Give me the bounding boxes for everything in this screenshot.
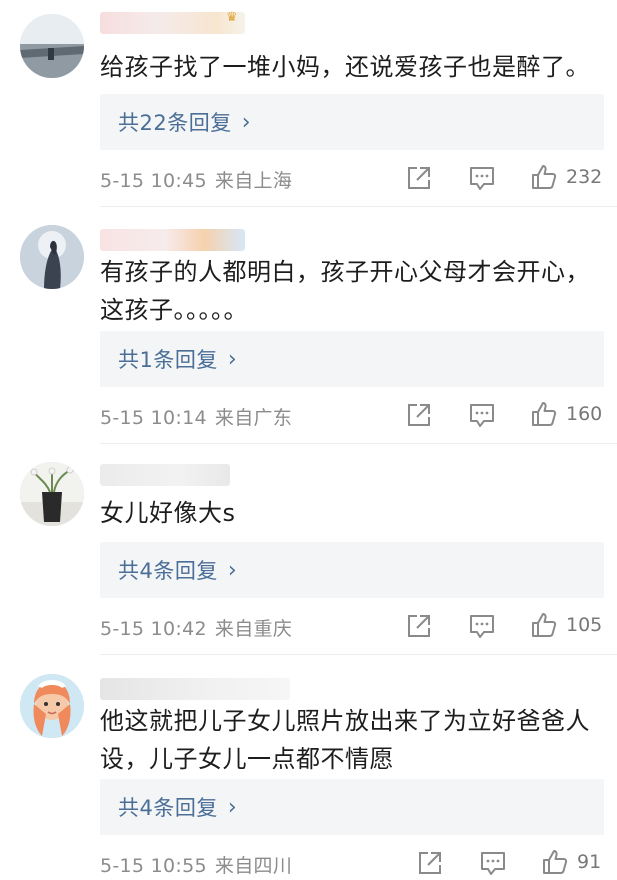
share-button[interactable] bbox=[406, 163, 432, 193]
thumbs-up-icon bbox=[532, 165, 557, 189]
reply-count-label: 共22条回复 bbox=[118, 111, 232, 135]
divider bbox=[100, 654, 617, 655]
crown-icon: ♛ bbox=[226, 10, 238, 25]
location: 来自上海 bbox=[214, 170, 293, 192]
username-blurred[interactable] bbox=[100, 12, 245, 34]
like-button[interactable]: 105 bbox=[530, 610, 602, 640]
comment-button[interactable] bbox=[469, 163, 495, 193]
divider bbox=[100, 443, 617, 444]
like-count: 160 bbox=[566, 403, 603, 425]
like-button[interactable]: 91 bbox=[541, 847, 601, 877]
comment-icon bbox=[470, 615, 494, 638]
thumbs-up-icon bbox=[543, 850, 568, 874]
share-button[interactable] bbox=[417, 848, 443, 878]
like-count: 105 bbox=[566, 614, 603, 636]
reply-thread-link[interactable]: 共1条回复 › bbox=[100, 331, 604, 387]
thumbs-up-icon bbox=[532, 402, 557, 426]
share-icon bbox=[419, 852, 441, 874]
comment-text: 有孩子的人都明白，孩子开心父母才会开心，这孩子。。。。。 bbox=[100, 258, 590, 324]
share-icon bbox=[408, 167, 430, 189]
timestamp: 5-15 10:55 bbox=[100, 855, 207, 877]
username-blurred[interactable] bbox=[100, 678, 290, 700]
chevron-right-icon: › bbox=[227, 346, 237, 372]
avatar[interactable] bbox=[20, 462, 84, 526]
comment-meta: 5-15 10:42 来自重庆 bbox=[100, 614, 292, 641]
like-button[interactable]: 160 bbox=[530, 399, 602, 429]
chevron-right-icon: › bbox=[227, 557, 237, 583]
share-button[interactable] bbox=[406, 400, 432, 430]
comment-text: 女儿好像大s bbox=[100, 499, 236, 527]
location: 来自广东 bbox=[214, 407, 293, 429]
chevron-right-icon: › bbox=[241, 109, 251, 135]
timestamp: 5-15 10:14 bbox=[100, 407, 207, 429]
reply-thread-link[interactable]: 共4条回复 › bbox=[100, 542, 604, 598]
chevron-right-icon: › bbox=[227, 794, 237, 820]
location: 来自四川 bbox=[214, 855, 293, 877]
comment-icon bbox=[470, 404, 494, 427]
thumbs-up-icon bbox=[532, 613, 557, 637]
avatar[interactable] bbox=[20, 674, 84, 738]
reply-thread-link[interactable]: 共22条回复 › bbox=[100, 94, 604, 150]
location: 来自重庆 bbox=[214, 618, 293, 640]
comment-button[interactable] bbox=[480, 848, 506, 878]
reply-thread-link[interactable]: 共4条回复 › bbox=[100, 779, 604, 835]
timestamp: 5-15 10:42 bbox=[100, 618, 207, 640]
comment-meta: 5-15 10:14 来自广东 bbox=[100, 403, 292, 430]
comment-text: 他这就把儿子女儿照片放出来了为立好爸爸人设，儿子女儿一点都不情愿 bbox=[100, 707, 590, 773]
reply-count-label: 共4条回复 bbox=[118, 559, 218, 583]
comment-text: 给孩子找了一堆小妈，还说爱孩子也是醉了。 bbox=[100, 53, 590, 81]
share-icon bbox=[408, 404, 430, 426]
reply-count-label: 共1条回复 bbox=[118, 348, 218, 372]
timestamp: 5-15 10:45 bbox=[100, 170, 207, 192]
like-count: 232 bbox=[566, 166, 603, 188]
comment-meta: 5-15 10:45 来自上海 bbox=[100, 166, 292, 193]
divider bbox=[100, 206, 617, 207]
comment-icon bbox=[481, 852, 505, 875]
username-blurred[interactable] bbox=[100, 229, 245, 251]
comment-button[interactable] bbox=[469, 611, 495, 641]
like-button[interactable]: 232 bbox=[530, 162, 602, 192]
comment-button[interactable] bbox=[469, 400, 495, 430]
comment-meta: 5-15 10:55 来自四川 bbox=[100, 851, 292, 878]
avatar[interactable] bbox=[20, 14, 84, 78]
username-blurred[interactable] bbox=[100, 464, 230, 486]
avatar[interactable] bbox=[20, 225, 84, 289]
share-icon bbox=[408, 615, 430, 637]
like-count: 91 bbox=[577, 851, 602, 873]
share-button[interactable] bbox=[406, 611, 432, 641]
reply-count-label: 共4条回复 bbox=[118, 796, 218, 820]
comment-icon bbox=[470, 167, 494, 190]
